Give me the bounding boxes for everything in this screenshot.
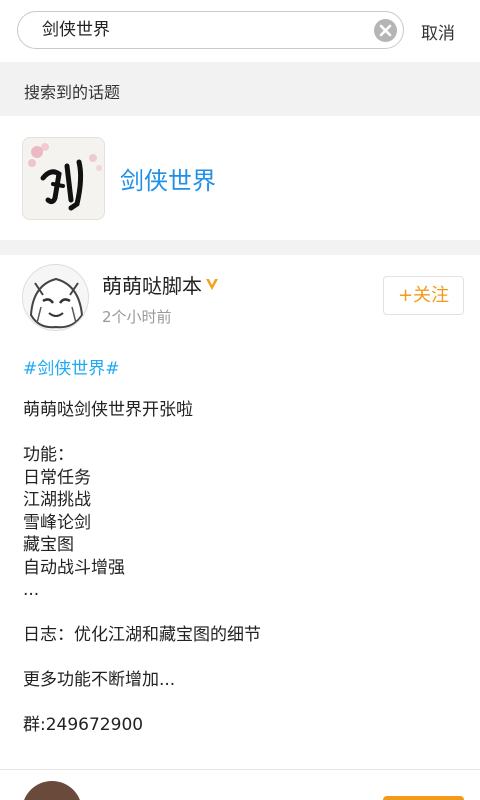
cancel-button[interactable]: 取消	[421, 19, 455, 44]
post-card: 萌萌哒脚本 2个小时前 +关注 #剑侠世界# 萌萌哒剑侠世界开张啦 功能： 日常…	[0, 255, 480, 769]
post-line: 日志：优化江湖和藏宝图的细节	[23, 625, 261, 645]
avatar[interactable]	[22, 264, 89, 331]
post-line	[23, 602, 463, 625]
post-line: 自动战斗增强	[23, 557, 125, 578]
topic-thumbnail	[22, 137, 105, 220]
next-follow-button[interactable]	[383, 796, 464, 800]
post-line: 群:249672900	[23, 715, 144, 735]
post-line	[23, 422, 463, 445]
search-box[interactable]: 剑侠世界	[17, 11, 404, 49]
post-line: 更多功能不断增加...	[23, 670, 176, 690]
section-divider	[0, 240, 480, 255]
post-body: 萌萌哒剑侠世界开张啦 功能： 日常任务 江湖挑战 雪峰论剑 藏宝图 自动战斗增强…	[23, 399, 463, 737]
section-title: 搜索到的话题	[24, 83, 121, 102]
post-topic-tag[interactable]: #剑侠世界#	[23, 354, 120, 379]
post-line: ...	[23, 580, 40, 600]
next-post-card	[0, 770, 480, 800]
search-input[interactable]: 剑侠世界	[42, 12, 110, 48]
verified-icon	[205, 272, 219, 296]
section-header: 搜索到的话题	[0, 62, 480, 116]
post-line: 萌萌哒剑侠世界开张啦	[23, 400, 193, 420]
post-line: 日常任务	[23, 467, 91, 488]
post-line: 雪峰论剑	[23, 512, 91, 533]
post-line	[23, 647, 463, 670]
clear-icon[interactable]	[374, 19, 397, 42]
username[interactable]: 萌萌哒脚本	[102, 270, 219, 299]
search-bar: 剑侠世界 取消	[0, 0, 480, 62]
post-time: 2个小时前	[102, 308, 172, 326]
post-line: 功能：	[23, 445, 74, 465]
topic-item[interactable]: 剑侠世界	[0, 116, 480, 240]
follow-button[interactable]: +关注	[383, 276, 464, 315]
topic-name[interactable]: 剑侠世界	[120, 161, 216, 196]
post-line	[23, 692, 463, 715]
post-line: 江湖挑战	[23, 490, 91, 510]
post-line: 藏宝图	[23, 535, 74, 555]
next-avatar[interactable]	[22, 781, 82, 800]
